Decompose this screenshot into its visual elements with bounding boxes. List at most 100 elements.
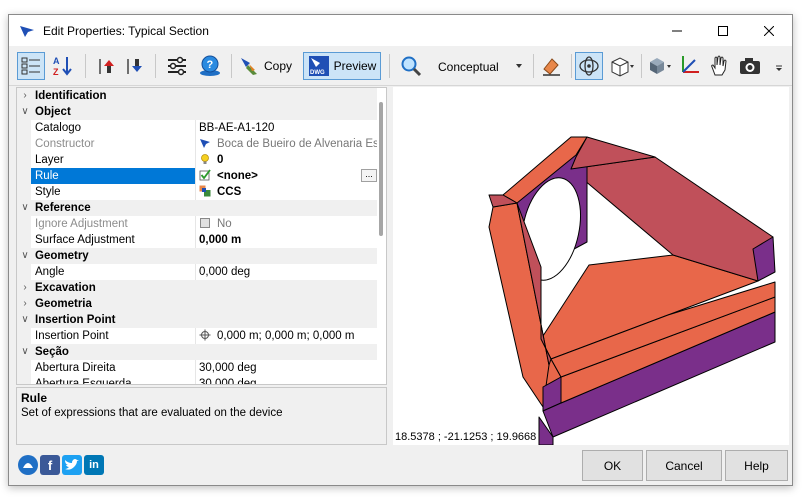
property-value[interactable]: 0: [199, 152, 377, 168]
help-query-button[interactable]: ?: [195, 52, 225, 80]
close-button[interactable]: [746, 15, 792, 46]
property-value[interactable]: 30,000 deg: [199, 360, 377, 376]
chevron-down-icon[interactable]: ∨: [20, 200, 30, 216]
property-value[interactable]: Boca de Bueiro de Alvenaria Es: [199, 136, 377, 152]
chevron-down-icon[interactable]: ∨: [20, 104, 30, 120]
property-value[interactable]: 30,000 deg: [199, 376, 377, 384]
checkbox-icon: [199, 217, 211, 229]
shaded-cube-icon: [650, 58, 671, 74]
property-row[interactable]: Insertion Point 0,000 m; 0,000 m; 0,000 m: [17, 328, 379, 344]
row-gutter: [17, 360, 31, 376]
ucs-axes-button[interactable]: [675, 52, 703, 80]
axes-icon: [682, 56, 699, 73]
property-value[interactable]: <none>: [199, 168, 377, 184]
hand-icon: [711, 55, 727, 76]
minimize-button[interactable]: [654, 15, 700, 46]
pan-button[interactable]: [705, 52, 733, 80]
property-name: Constructor: [35, 138, 95, 150]
help-globe-icon: ?: [200, 55, 220, 76]
visual-style-dropdown[interactable]: Conceptual: [432, 56, 528, 78]
property-row[interactable]: Constructor Boca de Bueiro de Alvenaria E…: [17, 136, 379, 152]
property-value[interactable]: BB-AE-A1-120: [199, 120, 377, 136]
chevron-right-icon[interactable]: ›: [20, 280, 30, 296]
row-gutter: [17, 328, 31, 344]
row-gutter: [17, 232, 31, 248]
maximize-button[interactable]: [700, 15, 746, 46]
property-value[interactable]: 0,000 deg: [199, 264, 377, 280]
social-links: f in: [18, 455, 104, 475]
preview-button[interactable]: DWG Preview: [303, 52, 381, 80]
description-title: Rule: [21, 391, 48, 405]
rule-browse-button[interactable]: ...: [361, 169, 377, 182]
camera-button[interactable]: [735, 52, 767, 80]
close-icon: [764, 25, 774, 36]
row-gutter: [17, 168, 31, 184]
twitter-icon[interactable]: [62, 455, 82, 475]
property-value[interactable]: CCS: [199, 184, 377, 200]
category-label: Excavation: [35, 282, 96, 294]
category-row[interactable]: ∨ Seção: [17, 344, 379, 360]
category-row[interactable]: ∨ Insertion Point: [17, 312, 379, 328]
linkedin-icon[interactable]: in: [84, 455, 104, 475]
facebook-icon[interactable]: f: [40, 455, 60, 475]
property-row[interactable]: Layer 0: [17, 152, 379, 168]
property-row[interactable]: Abertura Direita 30,000 deg: [17, 360, 379, 376]
property-row[interactable]: Surface Adjustment 0,000 m: [17, 232, 379, 248]
app-logo-icon[interactable]: [18, 455, 38, 475]
erase-button[interactable]: [537, 52, 565, 80]
render-mode-button[interactable]: [645, 52, 675, 80]
3d-preview-viewport[interactable]: 18.5378 ; -21.1253 ; 19.9668: [393, 87, 789, 446]
row-gutter: [17, 216, 31, 232]
cell-divider: [195, 120, 196, 136]
window-title: Edit Properties: Typical Section: [43, 23, 209, 38]
property-row[interactable]: Catalogo BB-AE-A1-120: [17, 120, 379, 136]
toolbar-separator: [389, 54, 390, 78]
category-row[interactable]: ∨ Object: [17, 104, 379, 120]
toolbar-separator: [571, 54, 572, 78]
chevron-down-icon: [516, 64, 522, 68]
categorized-view-button[interactable]: [17, 52, 45, 80]
chevron-down-icon[interactable]: ∨: [20, 312, 30, 328]
category-row[interactable]: › Geometria: [17, 296, 379, 312]
property-row[interactable]: Rule <none>...: [17, 168, 379, 184]
toolbar-overflow-button[interactable]: [773, 52, 785, 80]
category-row[interactable]: › Identification: [17, 88, 379, 104]
alphabetical-sort-button[interactable]: A Z: [49, 52, 77, 80]
help-button[interactable]: Help: [725, 450, 788, 481]
row-gutter: [17, 152, 31, 168]
copy-button[interactable]: Copy: [235, 52, 295, 80]
cancel-button[interactable]: Cancel: [646, 450, 722, 481]
property-row[interactable]: Style CCS: [17, 184, 379, 200]
category-row[interactable]: ∨ Reference: [17, 200, 379, 216]
property-value[interactable]: 0,000 m: [199, 232, 377, 248]
category-row[interactable]: › Excavation: [17, 280, 379, 296]
property-value[interactable]: 0,000 m; 0,000 m; 0,000 m: [199, 328, 377, 344]
property-row[interactable]: Abertura Esquerda 30,000 deg: [17, 376, 379, 384]
toolbar-separator: [641, 54, 642, 78]
view-cube-button[interactable]: [607, 52, 637, 80]
zoom-button[interactable]: [397, 52, 425, 80]
property-row[interactable]: Ignore Adjustment No: [17, 216, 379, 232]
ok-button[interactable]: OK: [582, 450, 643, 481]
chevron-right-icon[interactable]: ›: [20, 88, 30, 104]
property-value-text: BB-AE-A1-120: [199, 122, 275, 134]
toolbar-separator: [155, 54, 156, 78]
property-value-text: 0: [217, 154, 224, 166]
property-grid[interactable]: › Identification ∨ Object Catalogo BB-AE-A1-1…: [16, 87, 387, 385]
minimize-icon: [672, 30, 682, 31]
property-value-text: 30,000 deg: [199, 362, 257, 374]
chevron-right-icon[interactable]: ›: [20, 296, 30, 312]
scrollbar-thumb[interactable]: [379, 102, 383, 236]
property-row[interactable]: Angle 0,000 deg: [17, 264, 379, 280]
property-grid-scrollbar[interactable]: [377, 88, 386, 384]
settings-sliders-button[interactable]: [163, 52, 191, 80]
move-down-button[interactable]: [121, 52, 147, 80]
orbit-button[interactable]: [575, 52, 603, 80]
move-up-button[interactable]: [93, 52, 119, 80]
svg-text:A: A: [53, 56, 60, 66]
chevron-down-icon[interactable]: ∨: [20, 344, 30, 360]
property-value[interactable]: No: [199, 216, 377, 232]
property-value-text: <none>: [217, 170, 258, 182]
chevron-down-icon[interactable]: ∨: [20, 248, 30, 264]
category-row[interactable]: ∨ Geometry: [17, 248, 379, 264]
